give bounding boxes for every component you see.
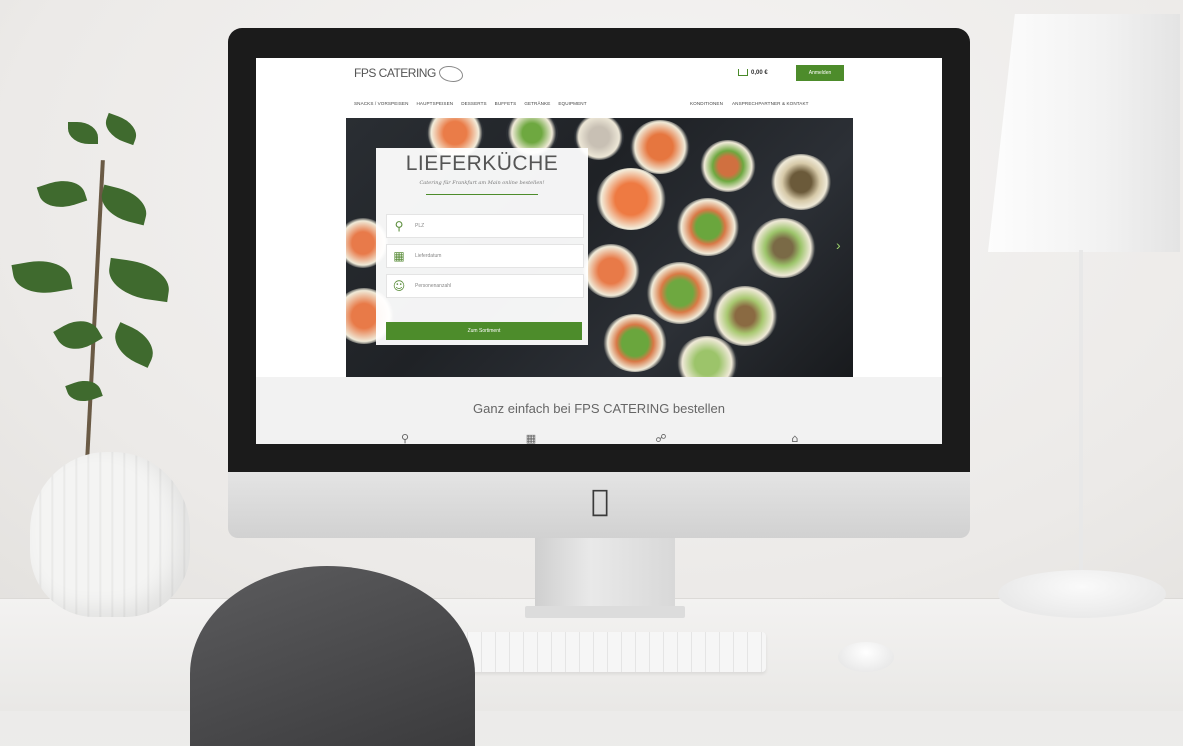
keyboard	[440, 632, 766, 672]
vase	[30, 452, 190, 617]
login-button[interactable]: Anmelden	[796, 65, 844, 81]
site-header: FPS CATERING 0,00 € Anmelden SNACKS / VO…	[256, 58, 942, 118]
cart-icon	[738, 69, 748, 76]
nav-item-getraenke[interactable]: GETRÄNKE	[524, 98, 550, 110]
zip-field[interactable]: ⚲ PLZ	[386, 214, 584, 238]
location-pin-icon: ⚲	[394, 219, 404, 233]
to-assortment-button[interactable]: Zum Sortiment	[386, 322, 582, 340]
cart-amount: 0,00 €	[751, 70, 768, 77]
nav-item-desserts[interactable]: DESSERTS	[461, 98, 486, 110]
order-form-card: LIEFERKÜCHE Catering für Frankfurt am Ma…	[376, 148, 588, 345]
form-subtitle: Catering für Frankfurt am Main online be…	[419, 180, 545, 186]
nav-item-snacks[interactable]: SNACKS / VORSPEISEN	[354, 98, 409, 110]
food-item	[602, 314, 668, 372]
logo-mark-icon	[438, 66, 463, 82]
nav-item-equipment[interactable]: EQUIPMENT	[558, 98, 586, 110]
main-nav: SNACKS / VORSPEISEN HAUPTSPEISEN DESSERT…	[354, 98, 587, 110]
guest-count-field[interactable]: ☺ Personenanzahl	[386, 274, 584, 298]
delivery-date-field[interactable]: ▦ Lieferdatum	[386, 244, 584, 268]
lamp-shade	[988, 14, 1180, 252]
food-item	[676, 198, 740, 256]
nav-item-kontakt[interactable]: ANSPRECHPARTNER & KONTAKT	[732, 98, 809, 110]
lamp-pole	[1079, 250, 1083, 580]
how-to-order-section: Ganz einfach bei FPS CATERING bestellen …	[256, 377, 942, 444]
mouse	[838, 642, 894, 672]
nav-item-hauptspeisen[interactable]: HAUPTSPEISEN	[417, 98, 454, 110]
food-item	[712, 286, 778, 346]
secondary-nav: KONDITIONEN ANSPRECHPARTNER & KONTAKT	[690, 98, 809, 110]
site-logo[interactable]: FPS CATERING	[354, 66, 463, 82]
calendar-icon: ▦	[393, 249, 405, 263]
section-title: Ganz einfach bei FPS CATERING bestellen	[473, 401, 725, 416]
food-item	[700, 140, 756, 192]
food-item	[646, 262, 714, 324]
food-item	[750, 218, 816, 278]
location-step-icon: ⚲	[400, 432, 410, 445]
zip-placeholder: PLZ	[415, 223, 425, 229]
person-icon: ☺	[392, 279, 406, 293]
monitor-stand-foot	[525, 606, 685, 618]
guest-count-placeholder: Personenanzahl	[415, 283, 452, 289]
nav-item-buffets[interactable]: BUFFETS	[495, 98, 517, 110]
food-item	[630, 120, 690, 174]
lamp-base	[998, 570, 1166, 618]
delivery-date-placeholder: Lieferdatum	[415, 253, 442, 259]
form-title: LIEFERKÜCHE	[405, 152, 559, 175]
food-item	[770, 154, 832, 210]
slider-next-arrow-icon[interactable]: ›	[836, 238, 846, 252]
calendar-step-icon: ▦	[525, 432, 537, 445]
nav-item-konditionen[interactable]: KONDITIONEN	[690, 98, 723, 110]
site-logo-text: FPS CATERING	[354, 66, 436, 81]
form-divider	[426, 194, 538, 195]
home-step-icon: ⌂	[791, 432, 799, 445]
cart-button[interactable]: 0,00 €	[738, 69, 768, 76]
food-item	[582, 244, 640, 298]
monitor-stand	[535, 538, 675, 610]
food-item	[596, 168, 666, 230]
cart-step-icon: ☍	[655, 432, 667, 445]
apple-logo-icon: 	[586, 485, 614, 519]
website-screen: FPS CATERING 0,00 € Anmelden SNACKS / VO…	[256, 58, 942, 444]
